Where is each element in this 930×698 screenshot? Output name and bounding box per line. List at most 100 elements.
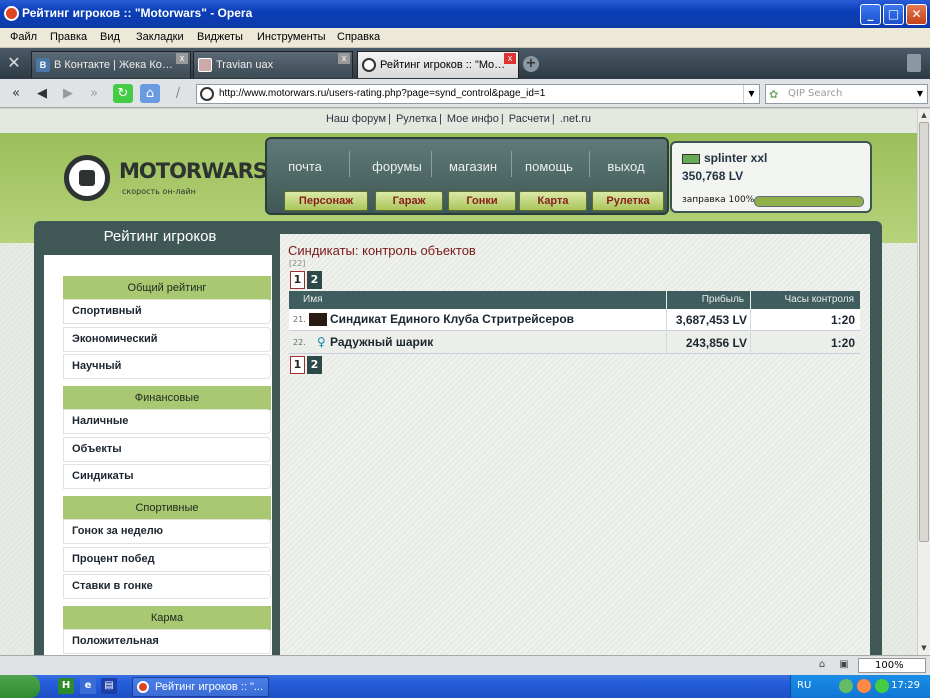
syndicate-name[interactable]: Синдикат Единого Клуба Стритрейсеров bbox=[330, 312, 574, 326]
column-profit[interactable]: Прибыль bbox=[667, 291, 750, 309]
top-links: Наш форум | Рулетка | Мое инфо | Расчети | .… bbox=[325, 113, 591, 125]
close-window-button[interactable]: ✕ bbox=[906, 4, 927, 25]
tab-travian[interactable]: Travian uax x bbox=[193, 51, 353, 78]
start-button[interactable] bbox=[0, 675, 40, 698]
menu-help[interactable]: Справка bbox=[337, 31, 380, 43]
trash-icon[interactable] bbox=[907, 54, 921, 72]
tools-icon[interactable]: ✕ bbox=[5, 54, 23, 72]
page-1-button[interactable]: 1 bbox=[290, 271, 305, 289]
motorwars-icon bbox=[362, 58, 376, 72]
url-field[interactable]: http://www.motorwars.ru/users-rating.php… bbox=[196, 84, 760, 104]
scroll-down-icon[interactable]: ▼ bbox=[918, 642, 930, 654]
sidebar-item-race-bets[interactable]: Ставки в гонке bbox=[63, 574, 271, 599]
sidebar-item-win-percent[interactable]: Процент побед bbox=[63, 547, 271, 572]
user-name[interactable]: splinter xxl bbox=[704, 151, 767, 165]
user-money: 350,768 LV bbox=[682, 169, 744, 183]
link-my-info[interactable]: Мое инфо bbox=[447, 113, 499, 125]
sidebar-item-weekly-races[interactable]: Гонок за неделю bbox=[63, 519, 271, 544]
tab-close-button[interactable]: x bbox=[176, 53, 188, 64]
menu-view[interactable]: Вид bbox=[100, 31, 120, 43]
ie-icon[interactable]: e bbox=[80, 678, 96, 694]
character-button[interactable]: Персонаж bbox=[284, 191, 368, 211]
sidebar-item-objects[interactable]: Объекты bbox=[63, 437, 271, 462]
garage-button[interactable]: Гараж bbox=[375, 191, 443, 211]
races-button[interactable]: Гонки bbox=[448, 191, 516, 211]
home-icon[interactable]: ⌂ bbox=[140, 84, 160, 103]
nav-exit[interactable]: выход bbox=[590, 159, 662, 174]
window-titlebar: Рейтинг игроков :: "Motorwars" - Opera _… bbox=[0, 0, 930, 28]
minimize-button[interactable]: _ bbox=[860, 4, 881, 25]
link-roulette[interactable]: Рулетка bbox=[396, 113, 437, 125]
opera-icon bbox=[4, 6, 19, 21]
nav-separator bbox=[511, 151, 512, 177]
menu-tools[interactable]: Инструменты bbox=[257, 31, 326, 43]
scroll-up-icon[interactable]: ▲ bbox=[918, 109, 930, 121]
rewind-icon[interactable]: « bbox=[6, 84, 26, 103]
nav-mail[interactable]: почта bbox=[269, 159, 341, 174]
tab-close-button[interactable]: x bbox=[504, 53, 516, 64]
language-indicator[interactable]: RU bbox=[797, 680, 811, 691]
tray-icon-3[interactable] bbox=[875, 679, 889, 693]
nav-shop[interactable]: магазин bbox=[437, 159, 509, 174]
vertical-scrollbar[interactable]: ▲ ▼ bbox=[917, 109, 930, 655]
nav-help[interactable]: помощь bbox=[513, 159, 585, 174]
url-dropdown-icon[interactable]: ▼ bbox=[743, 85, 759, 103]
sidebar-item-sport[interactable]: Спортивный bbox=[63, 299, 271, 324]
roulette-button[interactable]: Рулетка bbox=[592, 191, 664, 211]
camera-icon[interactable]: ▣ bbox=[837, 659, 851, 671]
page-2-button[interactable]: 2 bbox=[307, 271, 322, 289]
tab-vkontakte[interactable]: B В Контакте | Жека Ко… x bbox=[31, 51, 191, 78]
web-page: Наш форум | Рулетка | Мое инфо | Расчети | .… bbox=[0, 109, 917, 655]
syndicate-name[interactable]: Радужный шарик bbox=[330, 335, 433, 349]
row-number: 21. bbox=[293, 315, 306, 324]
page-2-button-bottom[interactable]: 2 bbox=[307, 356, 322, 374]
link-calc[interactable]: Расчети bbox=[509, 113, 550, 125]
main-nav: почта форумы магазин помощь выход Персон… bbox=[265, 137, 669, 215]
quicklaunch-icon-1[interactable]: Н bbox=[58, 678, 74, 694]
panel-icon[interactable]: ⌂ bbox=[815, 659, 829, 671]
address-toolbar: « ◀ ▶ » ↻ ⌂ / http://www.motorwars.ru/us… bbox=[0, 79, 930, 108]
maximize-button[interactable]: □ bbox=[883, 4, 904, 25]
search-field[interactable]: ✿ QIP Search ▼ bbox=[765, 84, 928, 104]
logo-subtitle: скорость он-лайн bbox=[122, 187, 196, 196]
link-netru[interactable]: .net.ru bbox=[560, 113, 591, 125]
taskbar-item-label: Рейтинг игроков :: "... bbox=[155, 681, 264, 693]
wand-icon[interactable]: / bbox=[168, 84, 188, 103]
taskbar-item-opera[interactable]: Рейтинг игроков :: "... bbox=[132, 677, 269, 697]
column-name[interactable]: Имя bbox=[289, 291, 666, 309]
scroll-thumb[interactable] bbox=[919, 122, 929, 542]
menu-bar: Файл Правка Вид Закладки Виджеты Инструм… bbox=[0, 28, 930, 48]
column-hours[interactable]: Часы контроля bbox=[751, 291, 860, 309]
sidebar-title: Рейтинг игроков bbox=[103, 228, 217, 245]
sidebar-item-science[interactable]: Научный bbox=[63, 354, 271, 379]
link-forum[interactable]: Наш форум bbox=[326, 113, 386, 125]
menu-file[interactable]: Файл bbox=[10, 31, 37, 43]
new-tab-icon[interactable]: + bbox=[523, 56, 539, 72]
reload-icon[interactable]: ↻ bbox=[113, 84, 133, 103]
tray-icon-2[interactable] bbox=[857, 679, 871, 693]
show-desktop-icon[interactable]: ▤ bbox=[101, 678, 117, 694]
menu-bookmarks[interactable]: Закладки bbox=[136, 31, 184, 43]
sidebar-item-syndicates[interactable]: Синдикаты bbox=[63, 464, 271, 489]
nav-forums[interactable]: форумы bbox=[361, 159, 433, 174]
sidebar-item-economic[interactable]: Экономический bbox=[63, 327, 271, 352]
user-flag-icon bbox=[682, 154, 700, 164]
tray-icon-1[interactable] bbox=[839, 679, 853, 693]
tab-motorwars[interactable]: Рейтинг игроков :: "Mo… x bbox=[357, 51, 519, 78]
tab-label: Travian uax bbox=[216, 59, 274, 71]
zoom-control[interactable]: 100% bbox=[858, 658, 926, 673]
fuel-bar bbox=[754, 196, 864, 207]
fast-forward-icon[interactable]: » bbox=[84, 84, 104, 103]
back-icon[interactable]: ◀ bbox=[32, 84, 52, 103]
search-dropdown-icon[interactable]: ▼ bbox=[913, 85, 927, 103]
sidebar-item-cash[interactable]: Наличные bbox=[63, 409, 271, 434]
menu-widgets[interactable]: Виджеты bbox=[197, 31, 243, 43]
page-1-button-bottom[interactable]: 1 bbox=[290, 356, 305, 374]
forward-icon[interactable]: ▶ bbox=[58, 84, 78, 103]
menu-edit[interactable]: Правка bbox=[50, 31, 87, 43]
map-button[interactable]: Карта bbox=[519, 191, 587, 211]
sidebar-section-karma: Карма bbox=[63, 606, 271, 630]
window-title: Рейтинг игроков :: "Motorwars" - Opera bbox=[22, 6, 253, 20]
sidebar-item-positive[interactable]: Положительная bbox=[63, 629, 271, 654]
tab-close-button[interactable]: x bbox=[338, 53, 350, 64]
